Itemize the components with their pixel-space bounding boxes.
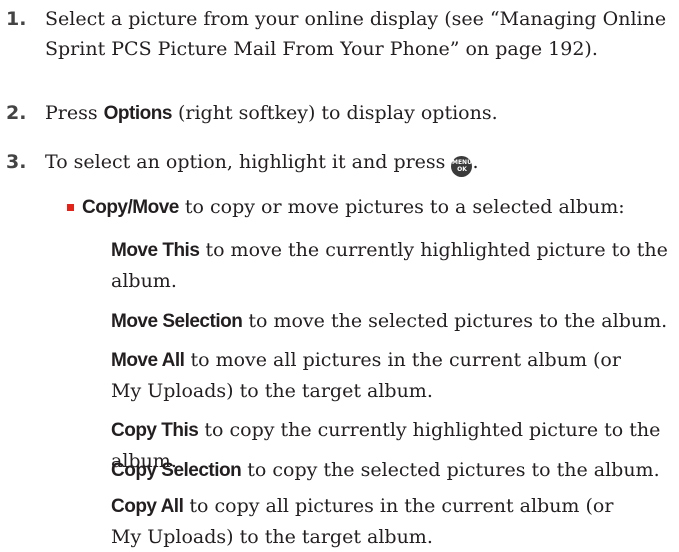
menu-key-top-label: MENU [451, 159, 472, 166]
options-label: Options [103, 103, 173, 124]
copy-move-label: Copy/Move [82, 197, 179, 218]
step-2-prefix: Press [45, 102, 104, 124]
bullet-square-icon [67, 204, 74, 211]
option-description: to copy the selected pictures to the alb… [241, 459, 660, 481]
bullet-description: to copy or move pictures to a selected a… [178, 196, 625, 218]
option-copy-all: Copy All to copy all pictures in the cur… [111, 491, 641, 552]
option-label: Move Selection [111, 311, 243, 332]
step-number: 3. [6, 151, 27, 173]
option-label: Move This [111, 240, 200, 261]
bullet-text: Copy/Move to copy or move pictures to a … [82, 192, 672, 223]
option-label: Copy Selection [111, 460, 242, 481]
step-text: Press Options (right softkey) to display… [45, 98, 675, 129]
option-move-selection: Move Selection to move the selected pict… [111, 306, 677, 337]
option-description: to copy all pictures in the current albu… [111, 495, 614, 548]
menu-ok-key-icon: MENU OK [451, 156, 473, 177]
option-move-all: Move All to move all pictures in the cur… [111, 345, 641, 406]
option-copy-selection: Copy Selection to copy the selected pict… [111, 455, 677, 486]
step-text: To select an option, highlight it and pr… [45, 147, 675, 177]
option-label: Move All [111, 350, 185, 371]
step-number: 2. [6, 102, 27, 124]
step-3-suffix: . [472, 151, 479, 173]
step-2-text: (right softkey) to display options. [171, 102, 498, 124]
step-1-text: Select a picture from your online displa… [45, 8, 667, 60]
option-move-this: Move This to move the currently highligh… [111, 235, 671, 296]
option-description: to move all pictures in the current albu… [111, 349, 621, 402]
menu-key-bottom-label: OK [457, 166, 467, 173]
option-label: Copy This [111, 420, 199, 441]
option-label: Copy All [111, 496, 184, 517]
step-3-text: To select an option, highlight it and pr… [45, 151, 452, 173]
manual-page: 1. Select a picture from your online dis… [0, 0, 679, 548]
step-number: 1. [6, 8, 27, 30]
step-text: Select a picture from your online displa… [45, 4, 675, 64]
option-description: to move the selected pictures to the alb… [242, 310, 668, 332]
